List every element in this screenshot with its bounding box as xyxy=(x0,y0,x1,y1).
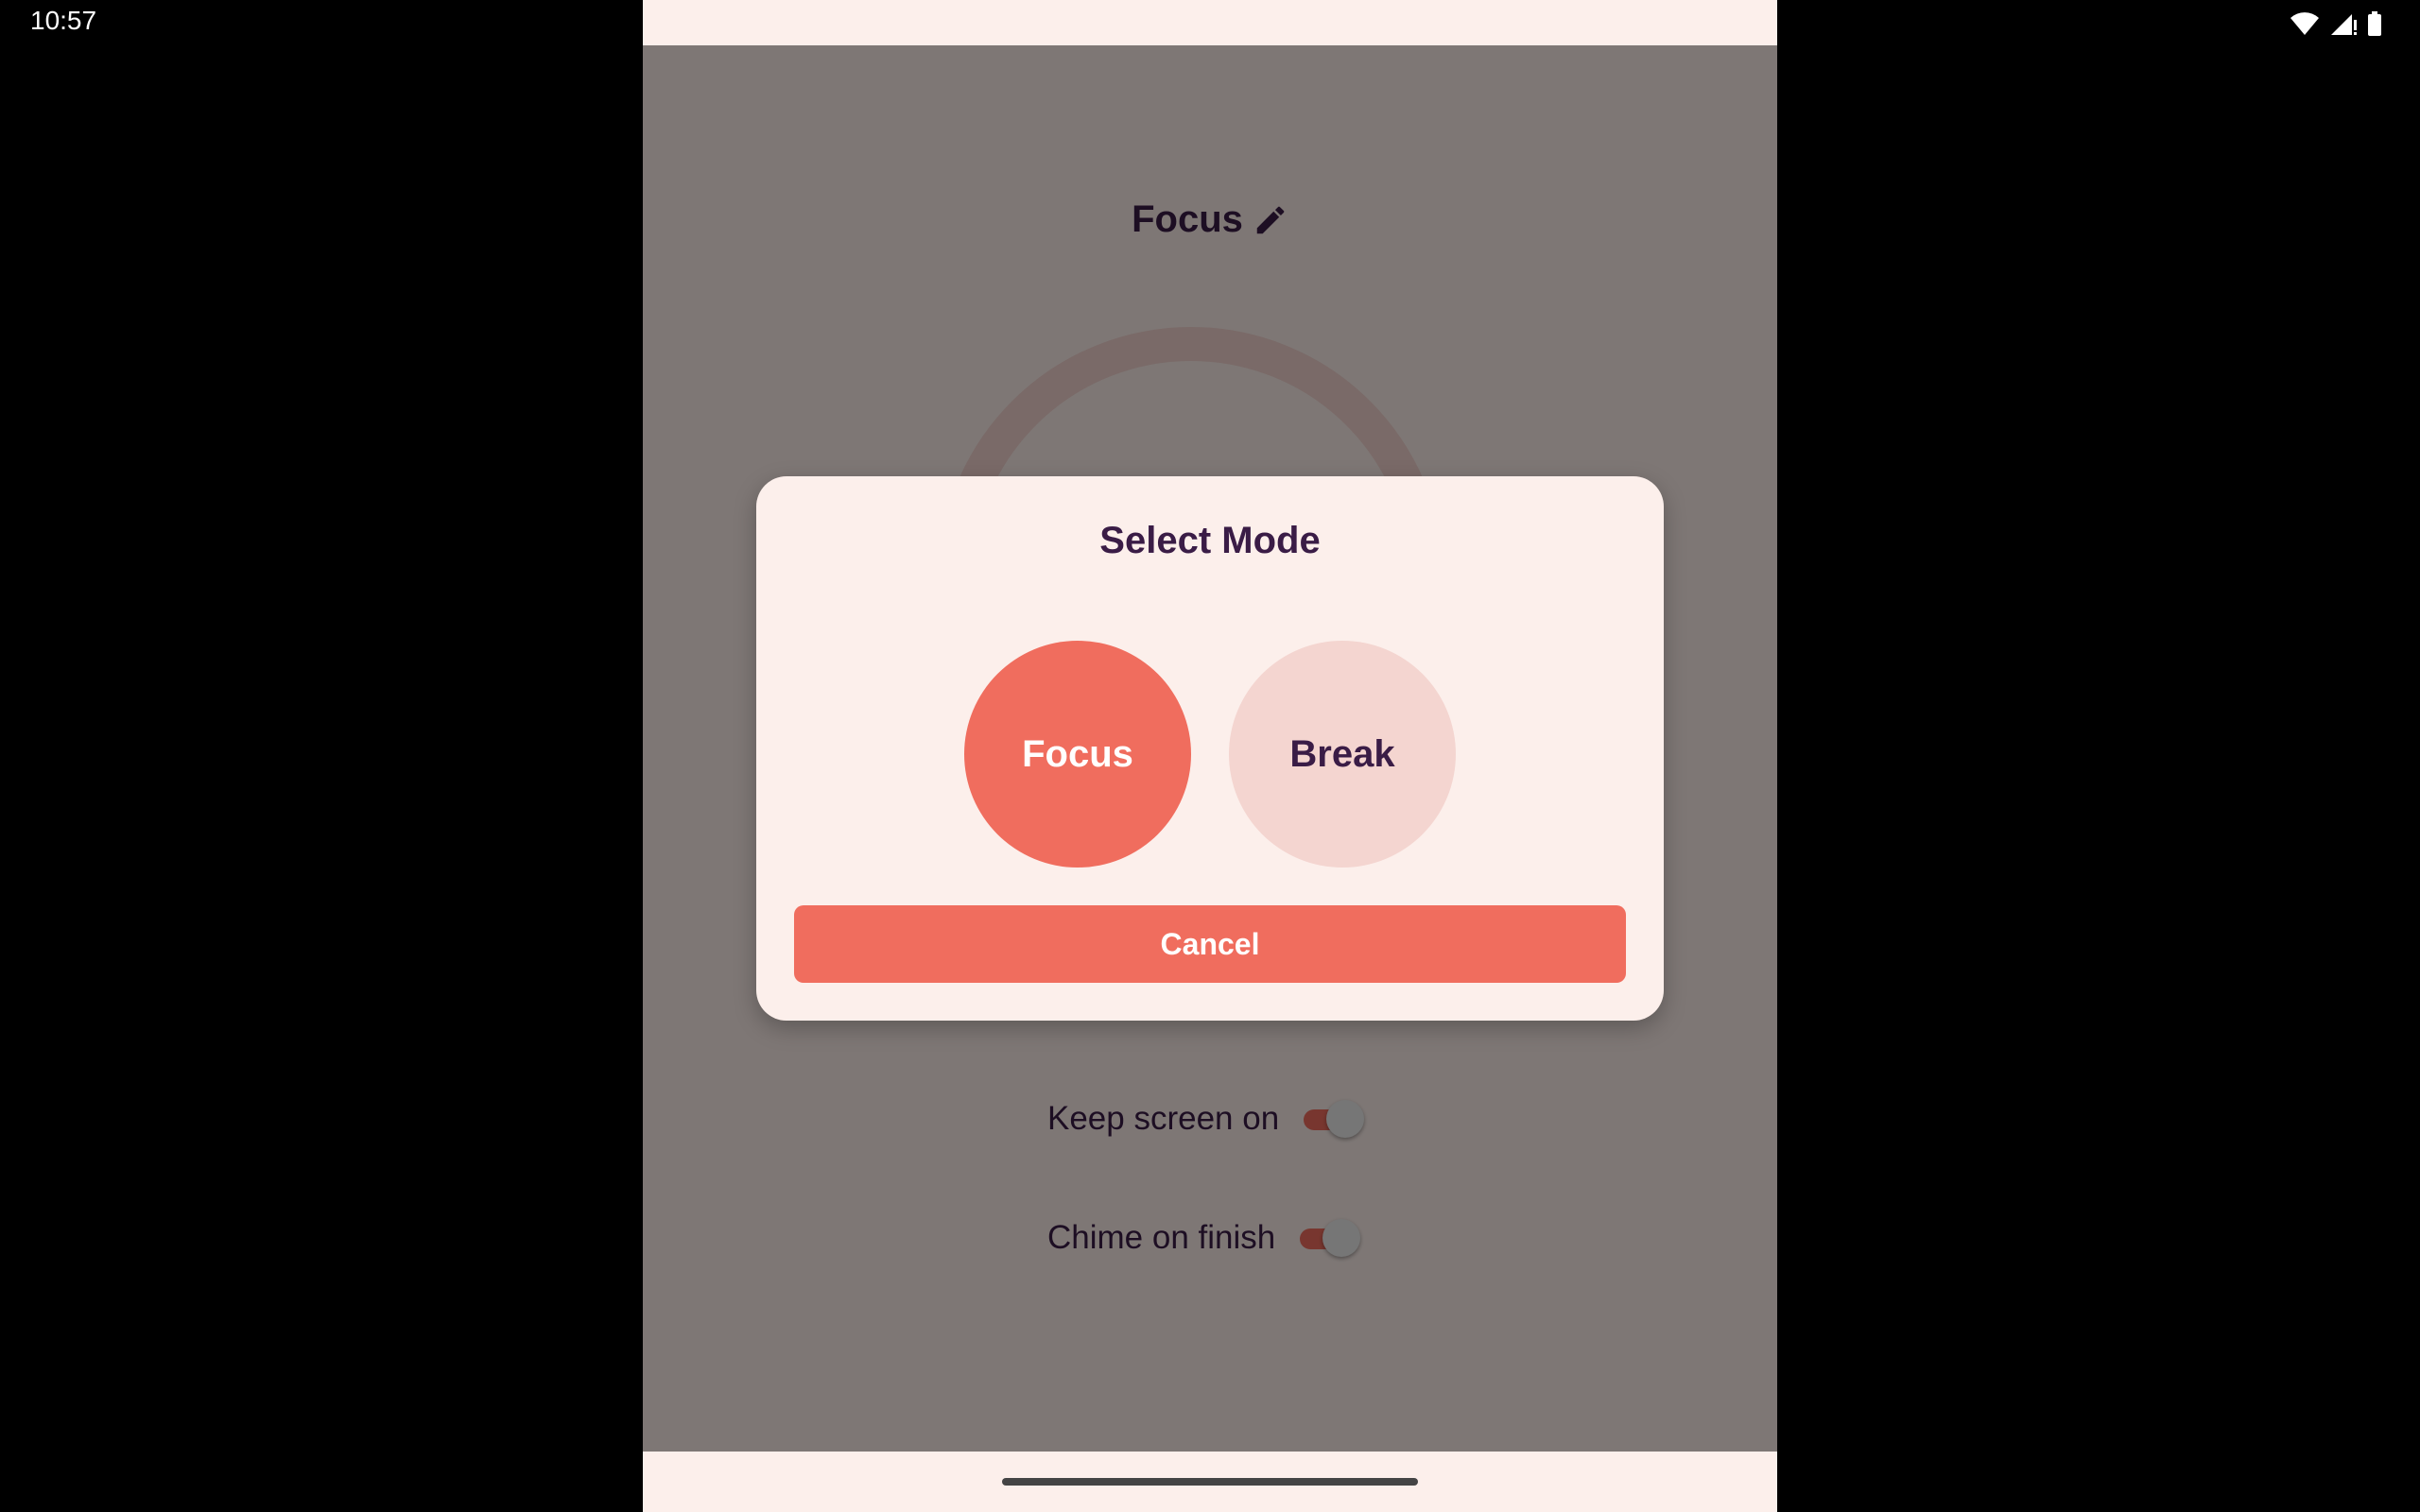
wifi-icon xyxy=(2290,12,2319,35)
app-window: Focus Keep screen on Chime on finish xyxy=(643,0,1777,1512)
cancel-button[interactable]: Cancel xyxy=(794,905,1626,983)
navigation-bar xyxy=(643,1452,1777,1512)
app-top-bar xyxy=(643,0,1777,45)
gesture-handle[interactable] xyxy=(1002,1478,1418,1486)
status-icons xyxy=(2290,9,2382,38)
signal-icon xyxy=(2331,14,2357,35)
focus-mode-button[interactable]: Focus xyxy=(964,641,1191,868)
device-screen: 10:57 Focus K xyxy=(0,0,2420,1512)
mode-options: Focus Break xyxy=(756,641,1664,868)
status-time: 10:57 xyxy=(30,6,97,35)
break-mode-button[interactable]: Break xyxy=(1229,641,1456,868)
select-mode-dialog: Select Mode Focus Break Cancel xyxy=(756,476,1664,1021)
battery-icon xyxy=(2368,11,2381,36)
dialog-title: Select Mode xyxy=(1099,520,1321,561)
